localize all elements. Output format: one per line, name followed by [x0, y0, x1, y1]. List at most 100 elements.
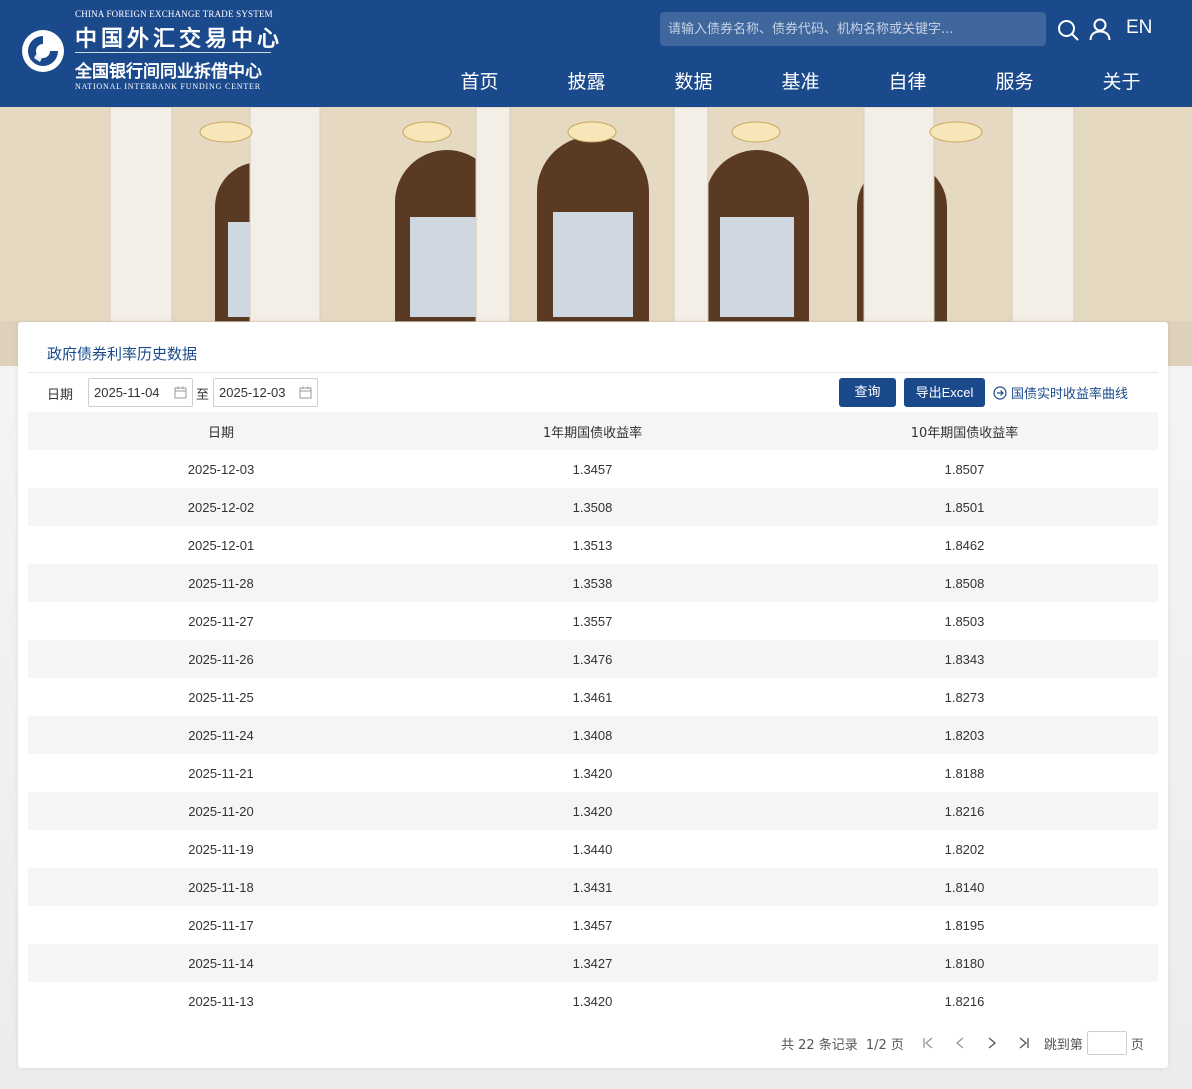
cell-10y-yield: 1.8501: [944, 499, 985, 515]
cell-date: 2025-11-28: [188, 575, 254, 591]
cell-10y-yield: 1.8507: [944, 461, 985, 477]
cell-date: 2025-11-13: [188, 993, 254, 1009]
table-header-row: 日期 1年期国债收益率 10年期国债收益率: [28, 412, 1158, 450]
cell-date: 2025-11-14: [188, 955, 254, 971]
table-row: 2025-11-17 1.3457 1.8195: [28, 906, 1158, 944]
cell-date: 2025-11-26: [188, 651, 254, 667]
logo-english-bottom: NATIONAL INTERBANK FUNDING CENTER: [75, 82, 261, 91]
search-icon[interactable]: [1056, 18, 1080, 42]
table-row: 2025-11-28 1.3538 1.8508: [28, 564, 1158, 602]
calendar-icon[interactable]: [299, 386, 312, 399]
cell-date: 2025-12-03: [187, 461, 255, 477]
column-header-1y-yield[interactable]: 1年期国债收益率: [414, 422, 771, 441]
cell-1y-yield: 1.3508: [572, 499, 613, 515]
next-page-icon[interactable]: [980, 1033, 1004, 1053]
search-input[interactable]: [660, 12, 1046, 46]
cell-date: 2025-11-19: [188, 841, 254, 857]
cell-1y-yield: 1.3557: [572, 613, 613, 629]
logo-chinese-sub: 全国银行间同业拆借中心: [75, 62, 262, 82]
cell-10y-yield: 1.8503: [944, 613, 985, 629]
site-logo[interactable]: CHINA FOREIGN EXCHANGE TRADE SYSTEM 中国外汇…: [18, 8, 279, 98]
arrow-circle-right-icon: [993, 385, 1007, 400]
last-page-icon[interactable]: [1012, 1033, 1036, 1053]
cell-10y-yield: 1.8216: [944, 803, 985, 819]
table-row: 2025-11-20 1.3420 1.8216: [28, 792, 1158, 830]
table-row: 2025-11-13 1.3420 1.8216: [28, 982, 1158, 1020]
yield-curve-link[interactable]: 国债实时收益率曲线: [993, 383, 1128, 402]
jump-page-input[interactable]: [1086, 1031, 1127, 1055]
cell-10y-yield: 1.8140: [944, 879, 985, 895]
cell-date: 2025-11-25: [188, 689, 254, 705]
cell-date: 2025-11-17: [188, 917, 254, 933]
nav-item-service[interactable]: 服务: [961, 68, 1068, 98]
table-row: 2025-11-14 1.3427 1.8180: [28, 944, 1158, 982]
logo-mark-icon: [22, 30, 64, 72]
nav-item-data[interactable]: 数据: [640, 68, 747, 98]
table-body: 2025-12-03 1.3457 1.8507 2025-12-02 1.3508 1.…: [28, 450, 1158, 1020]
cell-date: 2025-12-01: [187, 537, 255, 553]
cell-1y-yield: 1.3420: [572, 993, 613, 1009]
cell-10y-yield: 1.8203: [944, 727, 985, 743]
nav-item-home[interactable]: 首页: [426, 68, 533, 98]
card-title: 政府债券利率历史数据: [47, 345, 198, 363]
first-page-icon[interactable]: [916, 1033, 940, 1053]
cell-1y-yield: 1.3431: [572, 879, 613, 895]
cell-1y-yield: 1.3427: [572, 955, 613, 971]
nav-item-self-regulation[interactable]: 自律: [854, 68, 961, 98]
table-row: 2025-12-02 1.3508 1.8501: [28, 488, 1158, 526]
table-row: 2025-12-03 1.3457 1.8507: [28, 450, 1158, 488]
table-row: 2025-12-01 1.3513 1.8462: [28, 526, 1158, 564]
cell-10y-yield: 1.8188: [944, 765, 985, 781]
column-header-10y-yield[interactable]: 10年期国债收益率: [771, 422, 1158, 441]
table-row: 2025-11-24 1.3408 1.8203: [28, 716, 1158, 754]
cell-1y-yield: 1.3513: [572, 537, 613, 553]
user-icon[interactable]: [1088, 17, 1112, 41]
yield-history-table: 日期 1年期国债收益率 10年期国债收益率 2025-12-03 1.3457 1.…: [28, 412, 1158, 1020]
logo-chinese-main: 中国外汇交易中心: [75, 26, 284, 52]
start-date-value: 2025-11-04: [94, 385, 160, 400]
cell-1y-yield: 1.3538: [572, 575, 613, 591]
nav-item-benchmark[interactable]: 基准: [747, 68, 854, 98]
nav-item-about[interactable]: 关于: [1068, 68, 1175, 98]
table-row: 2025-11-25 1.3461 1.8273: [28, 678, 1158, 716]
calendar-icon[interactable]: [174, 386, 187, 399]
cell-10y-yield: 1.8216: [944, 993, 985, 1009]
cell-1y-yield: 1.3461: [572, 689, 613, 705]
cell-10y-yield: 1.8195: [944, 917, 985, 933]
cell-1y-yield: 1.3457: [572, 461, 613, 477]
logo-divider: [75, 52, 271, 53]
main-nav: 首页 披露 数据 基准 自律 服务 关于: [426, 68, 1192, 98]
date-range-separator: 至: [196, 388, 210, 403]
history-data-card: 政府债券利率历史数据 日期 2025-11-04 至 2025-12-03 查询…: [18, 322, 1168, 1068]
cell-1y-yield: 1.3457: [572, 917, 613, 933]
cell-1y-yield: 1.3420: [572, 765, 613, 781]
export-excel-button[interactable]: 导出Excel: [904, 378, 985, 407]
site-header: CHINA FOREIGN EXCHANGE TRADE SYSTEM 中国外汇…: [0, 0, 1192, 107]
start-date-input[interactable]: 2025-11-04: [88, 378, 193, 407]
cell-date: 2025-11-21: [188, 765, 254, 781]
pagination-total: 共 22 条记录: [781, 1037, 858, 1053]
table-row: 2025-11-26 1.3476 1.8343: [28, 640, 1158, 678]
prev-page-icon[interactable]: [948, 1033, 972, 1053]
table-row: 2025-11-27 1.3557 1.8503: [28, 602, 1158, 640]
cell-date: 2025-12-02: [187, 499, 255, 515]
table-row: 2025-11-18 1.3431 1.8140: [28, 868, 1158, 906]
cell-10y-yield: 1.8180: [944, 955, 985, 971]
cell-10y-yield: 1.8343: [944, 651, 985, 667]
nav-item-disclosure[interactable]: 披露: [533, 68, 640, 98]
table-row: 2025-11-19 1.3440 1.8202: [28, 830, 1158, 868]
language-switch-en[interactable]: EN: [1126, 17, 1152, 39]
cell-1y-yield: 1.3476: [572, 651, 613, 667]
pagination-page: 1/2 页: [865, 1037, 904, 1053]
cell-10y-yield: 1.8273: [944, 689, 985, 705]
column-header-date[interactable]: 日期: [28, 422, 414, 441]
end-date-input[interactable]: 2025-12-03: [213, 378, 318, 407]
cell-1y-yield: 1.3408: [572, 727, 613, 743]
jump-page-suffix: 页: [1130, 1037, 1144, 1053]
query-button[interactable]: 查询: [839, 378, 896, 407]
cell-1y-yield: 1.3420: [572, 803, 613, 819]
jump-to-page-label: 跳到第: [1043, 1037, 1083, 1053]
cell-10y-yield: 1.8508: [944, 575, 985, 591]
cell-10y-yield: 1.8202: [944, 841, 985, 857]
cell-date: 2025-11-20: [188, 803, 254, 819]
